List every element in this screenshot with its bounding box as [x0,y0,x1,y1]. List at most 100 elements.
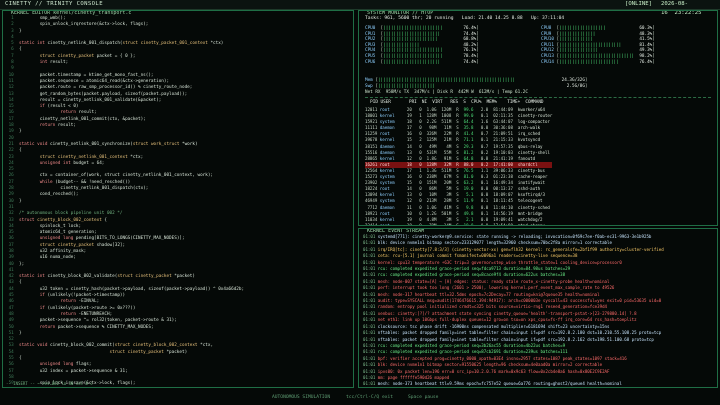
mem-pct: 0.7 19:57:35 [473,143,518,149]
code-area[interactable]: 1 smp_wmb(); 2 spin_unlock_irqrestore(&c… [6,16,351,387]
cpu-percent: 68.8% [460,37,477,43]
cpu-pct: 5.1 [458,192,474,198]
virt-res: 213M 28M S [421,198,459,204]
kernel-event-pane[interactable]: KERNEL EVENT STREAM 01:01 systemd[771]: … [358,228,718,388]
command: arch-walk [517,125,541,131]
code-token: { [19,280,22,286]
code-token: struct cinetty_packet [39,53,95,59]
code-token: struct cinetty_packet_001_context [122,41,208,47]
mem-value: 2.5G/8G [559,83,585,89]
command: telecogent [517,198,543,204]
bracket: ] [584,83,588,89]
mem-pct: 1.6 63:44:07 [473,119,518,125]
kernel-editor-pane[interactable]: KERNEL EDITOR kernel/cinetty_transport.c… [2,10,354,388]
system-monitor-pane[interactable]: SYSTEM MONITOR // HTOP Tasks: 961, 5600 … [358,10,718,226]
event-message: mesh: node-373 heartbeat ttl=9.59ms epoc… [375,381,622,387]
user: system [379,180,400,186]
pid: 18224 [365,186,380,192]
code-token: } [19,28,22,34]
process-table[interactable]: 12011 root 20 0 1.0G 120M R 99.6 2.0 81:… [365,107,553,226]
user: kernel [379,155,400,161]
code-token: -ENETUNREACH; [75,311,113,317]
pri-ni: 16 0 [399,174,422,180]
cpu-pct: 2.1 [458,216,474,222]
cpu-meters-right: CPU8 [|||||||||||||||||| 60.3%] CPU9 [|||… [541,26,655,65]
bracket: ] [652,37,655,43]
cpu-pct: 76.5 [458,167,474,173]
cpu-percent: 49.3% [636,48,653,54]
code-token: struct [19,217,38,223]
cpu-percent: 98.2% [636,53,653,59]
command: qbus-relay [517,143,543,149]
bracket: ] [652,31,655,37]
code-token: unsigned long [39,236,74,242]
code-token: return [60,311,76,317]
code-token: shadow[32]; [94,242,126,248]
tasks-load-header: Tasks: 961, 5600 thr; 20 running Load: 2… [365,16,565,21]
mem-pct: 1.1 39:06:33 [473,167,518,173]
virt-res: 531M 55M S [421,149,459,155]
cpu-pct: 41.4 [458,131,474,137]
command: log-compactor [517,119,550,125]
mem-meter: Swp [|||||||||||||||||||||| 2.5G/8G] [365,84,588,90]
code-token: packet.timestamp = ktime_get_mono_fast_n… [19,72,154,78]
cpu-bar: |||||||||||||| [559,31,637,37]
code-token: spin_unlock_irqrestore(&ctx->lock, flags… [19,22,149,28]
event-timestamp: 01:01 [363,246,376,252]
event-timestamp: 01:01 [363,291,376,297]
virt-res: 10M 3M S [421,192,459,198]
pri-ni: 19 1 [399,113,422,119]
bracket: ] [652,53,655,59]
cpu-label: CPU4 [365,48,381,54]
code-token: unsigned long [39,362,74,368]
net-disk-temp-line: Net RX 958M/s TX 347M/s | Disk R 442M W … [365,90,528,95]
event-timestamp: 01:01 [363,298,376,304]
cpu-pct: 11.9 [458,198,474,204]
virt-res: 1.0G 120M R [421,107,459,112]
pri-ni: 20 0 [399,107,422,112]
mem-value: 24.3G/32G [559,78,585,83]
event-timestamp: 01:01 [363,272,376,278]
code-token: pending[BITS_TO_LONGS(CINETTY_MAX_NODES)… [73,236,185,242]
pri-ni: 12 0 [399,198,422,204]
bracket: ] [476,26,479,31]
event-timestamp: 01:01 [363,349,376,355]
code-token: static int [19,274,48,280]
pri-ni: 12 0 [399,155,422,161]
pid: 11034 [365,216,380,222]
user: system [379,174,400,180]
event-message: nftables: packet dropped family=inet tab… [375,330,662,336]
mem-pct: 0.0 19:09:41 [473,216,518,222]
code-token: result; [75,110,97,116]
code-token: u32 index = packet->sequence & 31; [19,368,128,374]
event-message: systemd[771]: cinetty-worker@9.service: … [375,234,652,239]
mem-pct: 0.1 16:49:34 [473,180,518,186]
code-token: struct work_struct [132,141,180,147]
command: inotifywait [517,180,545,186]
mem-pct: 0.0 11:44:10 [473,204,518,210]
event-timestamp: 01:01 [363,259,376,265]
code-token: *ctx, [197,343,214,349]
code-token: cond_resched(); [19,192,79,198]
code-token: *ctx) [207,41,224,47]
cpu-label: CPU6 [365,59,381,65]
virt-res: 79M 14M S [421,222,459,226]
code-token: struct cinetty_netlink_001_context [39,154,128,160]
process-row[interactable]: 23414 root 18 0 79M 14M S 18.8 0.0 17:54… [365,222,552,226]
virt-res: 326M 22M R [421,131,459,137]
editor-status-line: -- INSERT -- ~ rev.882 ln 38 col 6 c [6,381,93,386]
pri-ni: 14 0 [399,143,422,149]
bracket: ] [476,59,479,65]
mem-pct: 0.8 21:41:19 [473,155,518,161]
code-token: u32 token = cinetty_hash(packet->payload… [19,286,245,292]
process-table-header: PID USER PRI NI VIRT RES S CPU% MEM% TIM… [365,100,544,105]
event-message: random: entropy pool initialized crmdt=c… [375,304,608,310]
command: irq_sched [517,131,541,137]
mem-pct: 0.3 01:23:38 [473,174,518,180]
